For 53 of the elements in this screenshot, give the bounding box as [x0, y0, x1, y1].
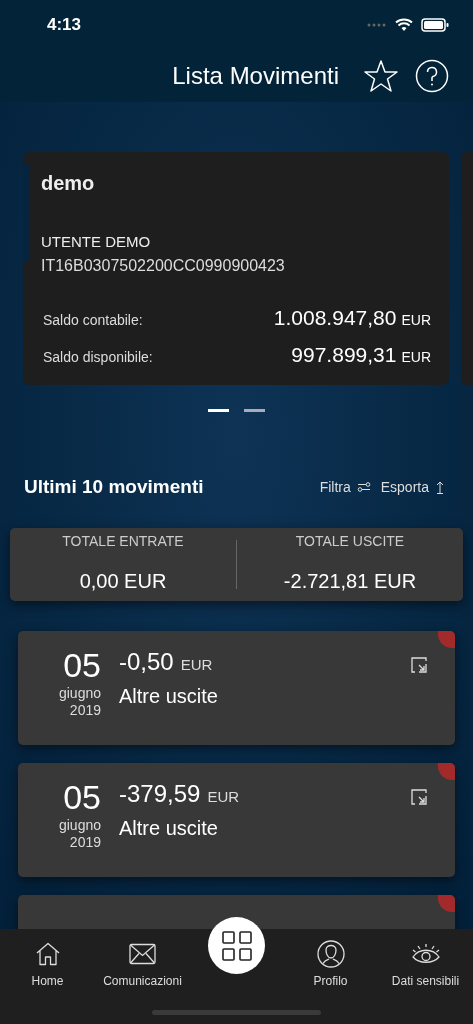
home-icon — [34, 940, 61, 968]
currency-label: EUR — [401, 310, 431, 330]
balance-amount: 997.899,31 — [291, 342, 397, 368]
section-title: Ultimi 10 movimenti — [24, 475, 204, 499]
account-card[interactable]: demo UTENTE DEMO IT16B0307502200CC0990900423 Saldo contabile: 1.008.947,80 EUR Saldo disponibile: 997.899,31 EUR — [23, 152, 449, 385]
currency-label: EUR — [180, 654, 213, 675]
movement-category: Altre uscite — [119, 815, 219, 841]
movement-card[interactable]: 05 giugno 2019 -0,50 EUR Altre uscite — [18, 630, 455, 745]
movement-amount: -0,50 — [119, 646, 174, 677]
tab-item[interactable]: Profilo — [283, 929, 378, 1024]
wifi-icon — [395, 18, 413, 32]
totals-label: TOTALE USCITE — [295, 531, 405, 551]
balance-amount: 1.008.947,80 — [273, 304, 397, 331]
expand-icon[interactable] — [411, 788, 427, 805]
date-year: 2019 — [69, 833, 101, 851]
totals-value: -2.721,81 EUR — [283, 568, 417, 594]
totals-label: TOTALE ENTRATE — [62, 531, 184, 551]
menu-button[interactable] — [208, 917, 265, 974]
account-iban: IT16B0307502200CC0990900423 — [41, 255, 286, 276]
export-button[interactable]: Esporta — [380, 476, 445, 498]
currency-label: EUR — [401, 348, 431, 367]
date-day: 05 — [63, 778, 101, 815]
help-icon[interactable] — [415, 59, 449, 93]
date-month: giugno — [58, 816, 101, 834]
balance-label: Saldo disponibile: — [43, 348, 153, 367]
corner-marker — [438, 762, 455, 780]
tab-item[interactable]: Comunicazioni — [95, 929, 190, 1024]
expand-icon[interactable] — [411, 656, 427, 673]
upload-icon — [435, 480, 445, 494]
tab-item[interactable]: Dati sensibili — [378, 929, 473, 1024]
filter-button[interactable]: Filtra — [319, 476, 371, 498]
date-month: giugno — [58, 684, 101, 702]
tab-item[interactable]: Home — [0, 929, 95, 1024]
corner-marker — [438, 894, 455, 912]
corner-marker — [438, 630, 455, 648]
movement-amount: -379,59 — [119, 778, 201, 809]
movement-category: Altre uscite — [119, 683, 218, 709]
account-holder: UTENTE DEMO — [41, 232, 152, 252]
totals-value: 0,00 EUR — [79, 568, 167, 594]
grid-icon — [221, 930, 252, 961]
account-name: demo — [41, 171, 96, 196]
star-icon[interactable] — [363, 58, 399, 94]
sliders-icon — [356, 481, 371, 494]
screen-title: Lista Movimenti — [172, 61, 339, 91]
signal-icon — [367, 23, 387, 27]
currency-label: EUR — [207, 786, 240, 807]
date-year: 2019 — [69, 701, 101, 719]
battery-icon — [421, 18, 449, 32]
status-time: 4:13 — [47, 14, 82, 37]
date-day: 05 — [63, 646, 101, 683]
person-icon — [316, 940, 345, 968]
balance-label: Saldo contabile: — [43, 310, 143, 330]
movement-card[interactable]: 05 giugno 2019 -379,59 EUR Altre uscite — [18, 762, 455, 877]
